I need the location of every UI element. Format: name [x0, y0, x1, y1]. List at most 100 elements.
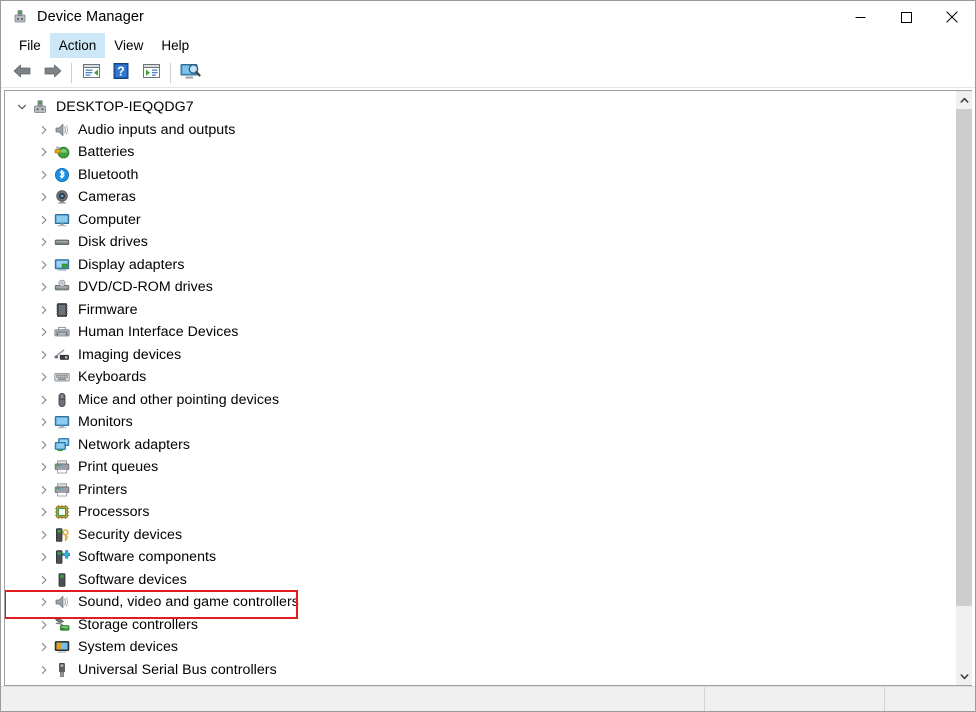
chevron-right-icon[interactable] [36, 659, 51, 681]
device-manager-window: Device Manager File Action View Help ? D… [0, 0, 976, 712]
chevron-right-icon[interactable] [36, 366, 51, 388]
tree-item-label: Keyboards [78, 369, 147, 386]
chevron-right-icon[interactable] [36, 119, 51, 141]
tree-item-print-queues[interactable]: Print queues [5, 456, 955, 479]
menu-item-file[interactable]: File [10, 33, 50, 58]
tree-item-processors[interactable]: Processors [5, 501, 955, 524]
properties-button[interactable] [76, 60, 106, 86]
update-driver-button[interactable] [136, 60, 166, 86]
tree-item-display-adapters[interactable]: Display adapters [5, 254, 955, 277]
printer-icon [54, 482, 70, 498]
minimize-button[interactable] [837, 1, 883, 33]
tree-item-label: System devices [78, 639, 179, 656]
tree-item-storage-controllers[interactable]: Storage controllers [5, 614, 955, 637]
tree-item-cameras[interactable]: Cameras [5, 186, 955, 209]
scrollbar-track[interactable] [956, 109, 972, 668]
tree-item-monitors[interactable]: Monitors [5, 411, 955, 434]
close-button[interactable] [929, 1, 975, 33]
menu-bar: File Action View Help [1, 33, 975, 58]
chevron-down-icon [960, 674, 969, 680]
menu-item-action[interactable]: Action [49, 33, 106, 58]
tree-item-network-adapters[interactable]: Network adapters [5, 434, 955, 457]
scroll-down-button[interactable] [956, 668, 972, 685]
properties-icon [82, 63, 101, 82]
tree-item-sound-video-and-game-controllers[interactable]: Sound, video and game controllers [5, 590, 955, 619]
speaker-icon [54, 122, 70, 138]
tree-item-mice-and-other-pointing-devices[interactable]: Mice and other pointing devices [5, 389, 955, 412]
chevron-right-icon[interactable] [36, 546, 51, 568]
tree-item-software-components[interactable]: Software components [5, 546, 955, 569]
scroll-up-button[interactable] [956, 92, 972, 109]
device-tree[interactable]: DESKTOP-IEQQDG7 Audio inputs and outputs… [5, 91, 955, 685]
chevron-right-icon[interactable] [36, 569, 51, 591]
tree-item-label: Software devices [78, 571, 187, 588]
chevron-right-icon[interactable] [36, 344, 51, 366]
tree-item-dvd-cd-rom-drives[interactable]: DVD/CD-ROM drives [5, 276, 955, 299]
tree-item-label: Computer [78, 211, 141, 228]
tree-item-firmware[interactable]: Firmware [5, 299, 955, 322]
help-button[interactable]: ? [106, 60, 136, 86]
back-button[interactable] [7, 60, 37, 86]
status-pane-1 [1, 687, 705, 711]
scrollbar-thumb[interactable] [956, 109, 972, 606]
scan-hardware-changes-button[interactable] [175, 60, 205, 86]
chevron-right-icon[interactable] [36, 501, 51, 523]
tree-item-universal-serial-bus-controllers[interactable]: Universal Serial Bus controllers [5, 659, 955, 682]
monitor-icon [54, 414, 70, 430]
storage-controller-icon [54, 617, 70, 633]
menu-item-help[interactable]: Help [152, 33, 198, 58]
chevron-down-icon[interactable] [14, 96, 29, 118]
tree-item-label: Mice and other pointing devices [78, 391, 280, 408]
tree-item-keyboards[interactable]: Keyboards [5, 366, 955, 389]
display-adapter-icon [54, 257, 70, 273]
chevron-right-icon[interactable] [36, 209, 51, 231]
help-icon: ? [113, 63, 129, 82]
tree-item-computer[interactable]: Computer [5, 209, 955, 232]
chevron-up-icon [960, 97, 969, 103]
tree-item-printers[interactable]: Printers [5, 479, 955, 502]
monitor-icon [54, 212, 70, 228]
tree-item-label: Cameras [78, 189, 136, 206]
tree-item-security-devices[interactable]: Security devices [5, 524, 955, 547]
tree-item-bluetooth[interactable]: Bluetooth [5, 164, 955, 187]
tree-item-label: Storage controllers [78, 616, 199, 633]
tree-item-system-devices[interactable]: System devices [5, 636, 955, 659]
tree-item-imaging-devices[interactable]: Imaging devices [5, 344, 955, 367]
chevron-right-icon[interactable] [36, 524, 51, 546]
maximize-button[interactable] [883, 1, 929, 33]
chevron-right-icon[interactable] [36, 479, 51, 501]
dvd-drive-icon [54, 279, 70, 295]
tree-item-audio-inputs-and-outputs[interactable]: Audio inputs and outputs [5, 119, 955, 142]
menu-item-view[interactable]: View [105, 33, 152, 58]
usb-icon [54, 662, 70, 678]
chevron-right-icon[interactable] [36, 164, 51, 186]
chevron-right-icon[interactable] [36, 231, 51, 253]
tree-item-label: Disk drives [78, 234, 148, 251]
chevron-right-icon[interactable] [36, 434, 51, 456]
chevron-right-icon[interactable] [36, 299, 51, 321]
tree-item-label: Monitors [78, 414, 133, 431]
tree-item-label: Network adapters [78, 436, 190, 453]
tree-item-disk-drives[interactable]: Disk drives [5, 231, 955, 254]
chevron-right-icon[interactable] [36, 276, 51, 298]
chevron-right-icon[interactable] [36, 389, 51, 411]
vertical-scrollbar[interactable] [955, 91, 972, 685]
chevron-right-icon[interactable] [36, 321, 51, 343]
tree-item-label: Imaging devices [78, 346, 182, 363]
tree-item-human-interface-devices[interactable]: Human Interface Devices [5, 321, 955, 344]
chevron-right-icon[interactable] [36, 456, 51, 478]
chevron-right-icon[interactable] [36, 614, 51, 636]
chevron-right-icon[interactable] [36, 636, 51, 658]
forward-arrow-icon [42, 63, 63, 82]
tree-item-label: Display adapters [78, 256, 185, 273]
chevron-right-icon[interactable] [36, 254, 51, 276]
chevron-right-icon[interactable] [36, 591, 51, 613]
chevron-right-icon[interactable] [36, 141, 51, 163]
forward-button[interactable] [37, 60, 67, 86]
tree-item-batteries[interactable]: Batteries [5, 141, 955, 164]
tree-item-label: Human Interface Devices [78, 324, 239, 341]
chevron-right-icon[interactable] [36, 411, 51, 433]
tree-root-node[interactable]: DESKTOP-IEQQDG7 [5, 96, 955, 119]
tree-item-software-devices[interactable]: Software devices [5, 569, 955, 592]
chevron-right-icon[interactable] [36, 186, 51, 208]
